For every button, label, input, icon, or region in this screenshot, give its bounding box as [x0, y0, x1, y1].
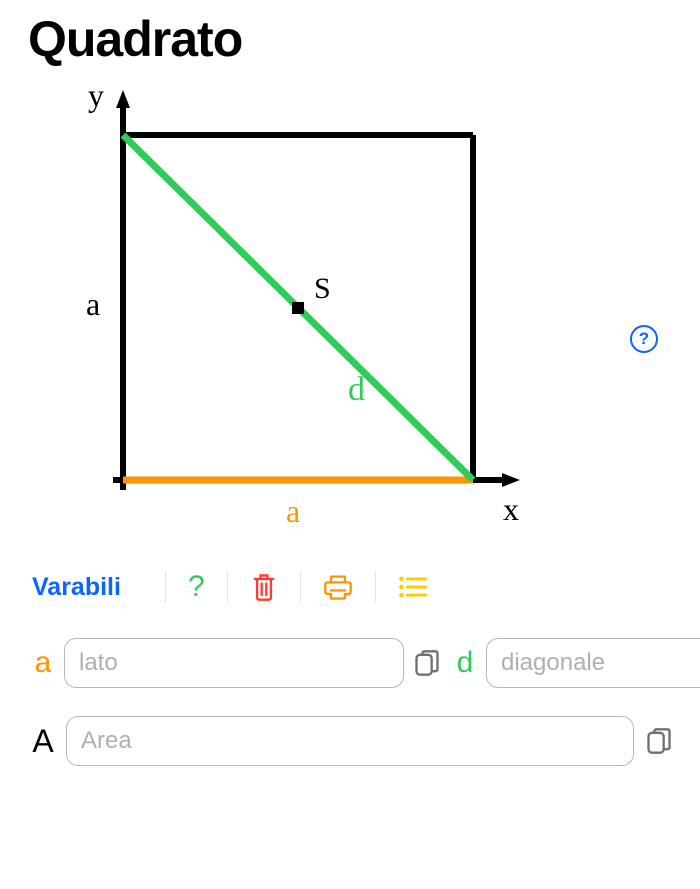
divider [165, 571, 166, 603]
copy-icon [414, 649, 440, 677]
question-mark-icon: ? [188, 570, 205, 604]
input-diagonale[interactable] [486, 638, 700, 688]
help-button[interactable]: ? [188, 570, 205, 604]
printer-icon [323, 573, 353, 601]
copy-button-area[interactable] [646, 727, 672, 755]
page-title: Quadrato [28, 10, 672, 68]
toolbar: Varabili ? [28, 570, 672, 604]
help-icon[interactable]: ? [630, 325, 658, 353]
input-group-a: a [32, 638, 440, 688]
svg-text:x: x [503, 491, 519, 527]
var-label-d: d [454, 646, 476, 680]
print-button[interactable] [323, 573, 353, 601]
divider [300, 571, 301, 603]
trash-icon [250, 572, 278, 602]
copy-icon [646, 727, 672, 755]
input-area[interactable] [66, 716, 634, 766]
help-icon-text: ? [639, 329, 649, 349]
input-group-d: d [454, 638, 700, 688]
divider [375, 571, 376, 603]
copy-button-a[interactable] [414, 649, 440, 677]
delete-button[interactable] [250, 572, 278, 602]
svg-text:d: d [348, 371, 365, 408]
svg-text:a: a [86, 286, 100, 322]
svg-text:S: S [314, 272, 331, 305]
toolbar-label: Varabili [32, 573, 121, 602]
list-button[interactable] [398, 575, 428, 599]
var-label-A: A [32, 723, 54, 760]
list-icon [398, 575, 428, 599]
input-group-area: A [28, 716, 672, 766]
svg-text:a: a [286, 493, 300, 529]
input-lato[interactable] [64, 638, 404, 688]
var-label-a: a [32, 646, 54, 680]
square-diagram: y x a a d S ? [28, 80, 588, 540]
divider [227, 571, 228, 603]
svg-text:y: y [88, 80, 104, 113]
